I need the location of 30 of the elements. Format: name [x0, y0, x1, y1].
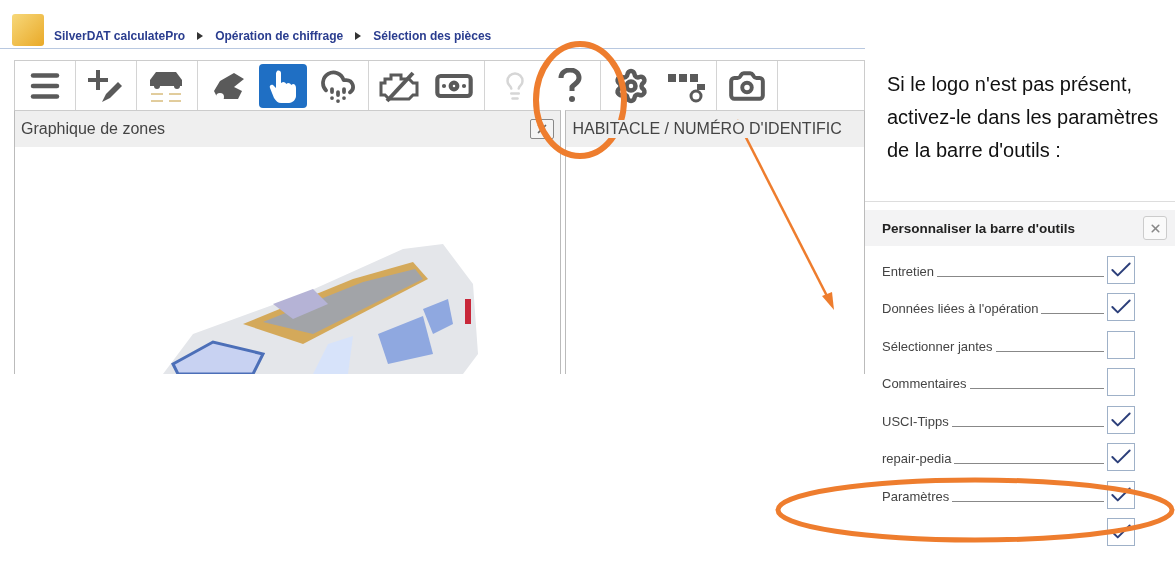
settings-icon	[613, 67, 649, 104]
checkbox[interactable]	[1107, 405, 1135, 434]
panel-title: HABITACLE / NUMÉRO D'IDENTIFIC	[572, 120, 842, 138]
close-icon	[1148, 221, 1162, 235]
dialog-title: Personnaliser la barre d'outils	[882, 220, 1076, 236]
checkbox[interactable]	[1107, 368, 1135, 396]
breadcrumb-link[interactable]: SilverDAT calculatePro	[54, 29, 186, 43]
close-button[interactable]	[1143, 216, 1167, 240]
breadcrumb-link[interactable]: Sélection des pièces	[373, 29, 492, 43]
checkbox[interactable]	[1107, 443, 1135, 471]
panel-title: Graphique de zones	[21, 120, 166, 138]
option-label: Entretien	[882, 263, 935, 281]
option-label: Sélectionner jantes	[882, 338, 993, 356]
help-icon	[558, 67, 582, 104]
option-label: repair-pedia	[882, 451, 952, 468]
option-label: USCI-Tipps	[882, 413, 949, 431]
app-logo	[12, 14, 44, 46]
option-label: Données liées à l'opération	[882, 301, 1039, 318]
toolbar-button[interactable]	[259, 63, 307, 108]
caret-icon	[355, 32, 362, 40]
checkbox[interactable]	[1107, 255, 1135, 284]
option-label: Paramètres	[882, 488, 950, 506]
caret-icon	[197, 32, 204, 40]
checkbox[interactable]	[1107, 293, 1135, 321]
leader-line	[1041, 313, 1104, 314]
option-label: Commentaires	[882, 376, 967, 393]
instruction-text: Si le logo n'est pas présent, activez-le dans les paramètres de la barre d'outils :	[887, 72, 1160, 163]
checkbox[interactable]	[1107, 330, 1135, 359]
breadcrumb-link[interactable]: Opération de chiffrage	[215, 29, 344, 43]
plus-pencil-icon	[88, 67, 124, 104]
